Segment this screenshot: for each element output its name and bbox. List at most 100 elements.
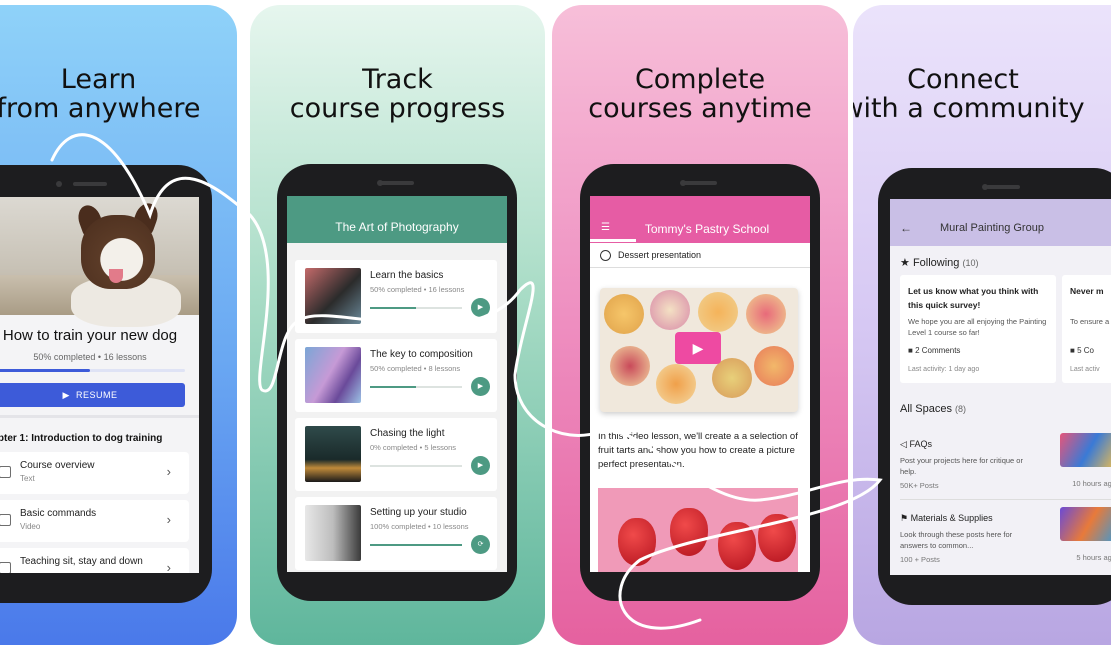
lesson-progress-bar: [370, 544, 462, 546]
lesson-meta: 100% completed • 10 lessons: [370, 522, 469, 531]
post-activity: Last activ: [1070, 366, 1100, 373]
lesson-item[interactable]: Basic commands Video ›: [0, 500, 189, 542]
headline-learn: Learn from anywhere: [0, 65, 237, 123]
video-lesson-icon: [0, 514, 11, 526]
star-icon: ★: [900, 257, 910, 269]
list-menu-icon[interactable]: ☰: [601, 222, 610, 233]
lesson-icon: [0, 562, 11, 573]
lesson-title: Teaching sit, stay and down: [20, 556, 143, 567]
following-heading: ★ Following (10): [900, 256, 978, 269]
lesson-title: Learn the basics: [370, 270, 444, 281]
phone-camera: [680, 180, 686, 186]
lesson-meta: 50% completed • 16 lessons: [370, 285, 465, 294]
post-card[interactable]: Never m To ensure a new pos communit ■ 5…: [1062, 275, 1111, 383]
image-tart: [698, 292, 738, 332]
image-tart: [656, 364, 696, 404]
phone2-screen: The Art of Photography Learn the basics …: [287, 196, 507, 572]
lesson-thumbnail: [305, 347, 361, 403]
progress-fill: [370, 386, 416, 388]
space-title-text: FAQs: [909, 439, 932, 449]
lesson-item[interactable]: Dessert presentation: [590, 243, 810, 268]
lesson-title: The key to composition: [370, 349, 473, 360]
post-comments: ■ 2 Comments: [908, 346, 960, 355]
phone-camera: [982, 184, 988, 190]
space-title: ◁ FAQs: [900, 439, 932, 450]
phone-pastry-course: ☰ Tommy's Pastry School Dessert presenta…: [580, 164, 820, 601]
lesson-progress-bar: [370, 386, 462, 388]
progress-fill: [370, 544, 462, 546]
course-header: ☰ Tommy's Pastry School: [590, 196, 810, 243]
phone-speaker: [73, 182, 107, 186]
post-activity: Last activity: 1 day ago: [908, 366, 980, 373]
lesson-card[interactable]: Setting up your studio 100% completed • …: [295, 497, 497, 570]
lesson-title: Dessert presentation: [618, 250, 702, 260]
comments-count: 2 Comments: [915, 346, 961, 355]
post-body: We hope you are all enjoying the Paintin…: [908, 317, 1047, 337]
play-icon[interactable]: ▶: [675, 332, 721, 364]
phone-community: ← Mural Painting Group ★ Following (10) …: [878, 168, 1111, 605]
course-progress-bar: [0, 369, 185, 372]
space-meta: 100 + Posts: [900, 555, 940, 564]
image-tart: [650, 290, 690, 330]
lesson-card[interactable]: Chasing the light 0% completed • 5 lesso…: [295, 418, 497, 491]
space-item[interactable]: ◁ FAQs Post your projects here for criti…: [900, 433, 1111, 507]
lesson-card[interactable]: Learn the basics 50% completed • 16 less…: [295, 260, 497, 333]
play-button[interactable]: ▶: [471, 298, 490, 317]
lesson-thumbnail: [305, 505, 361, 561]
progress-fill: [370, 307, 416, 309]
post-card[interactable]: Let us know what you think with this qui…: [900, 275, 1056, 383]
lesson-type: Video: [20, 522, 41, 531]
headline-line2: courses anytime: [588, 93, 812, 124]
space-desc: Post your projects here for critique or …: [900, 456, 1023, 476]
phone-dog-course: How to train your new dog 50% completed …: [0, 165, 212, 603]
phone-speaker: [986, 185, 1020, 189]
resume-label: RESUME: [75, 390, 118, 400]
course-meta: 50% completed • 16 lessons: [33, 352, 147, 362]
lesson-item[interactable]: Teaching sit, stay and down ›: [0, 548, 189, 573]
replay-button[interactable]: ⟳: [471, 535, 490, 554]
following-count: (10): [962, 258, 979, 268]
resume-button[interactable]: ▶ RESUME: [0, 383, 185, 407]
headline-line1: Track: [362, 64, 433, 95]
divider: [900, 499, 1111, 500]
image-tart: [746, 294, 786, 334]
headline-line2: course progress: [289, 93, 506, 124]
image-berry: [618, 518, 656, 566]
image-tart: [604, 294, 644, 334]
post-body: To ensure a new pos communit: [1070, 317, 1111, 326]
lesson-item[interactable]: Course overview Text ›: [0, 452, 189, 494]
megaphone-icon: ◁: [900, 439, 907, 449]
lesson-title: Chasing the light: [370, 428, 445, 439]
play-button[interactable]: ▶: [471, 377, 490, 396]
lesson-progress-bar: [370, 307, 462, 309]
following-label: Following: [912, 257, 960, 269]
image-tart: [610, 346, 650, 386]
comments-count: 5 Co: [1077, 346, 1094, 355]
phone3-screen: ☰ Tommy's Pastry School Dessert presenta…: [590, 196, 810, 572]
space-item[interactable]: ⚑ Materials & Supplies Look through thes…: [900, 507, 1111, 575]
lesson-meta: 0% completed • 5 lessons: [370, 443, 457, 452]
all-spaces-heading: All Spaces (8): [900, 403, 966, 415]
headline-line1: Connect: [907, 64, 1019, 95]
course-header: The Art of Photography: [287, 196, 507, 243]
post-title: Never m: [1070, 286, 1104, 296]
lesson-meta: 50% completed • 8 lessons: [370, 364, 461, 373]
text-lesson-icon: [0, 466, 11, 478]
play-button[interactable]: ▶: [471, 456, 490, 475]
group-title: Mural Painting Group: [940, 222, 1044, 234]
space-title: ⚑ Materials & Supplies: [900, 513, 993, 524]
image-dog-tongue: [109, 269, 123, 283]
space-last-post: 5 hours ago: [1076, 553, 1111, 562]
back-arrow-icon[interactable]: ←: [900, 221, 912, 235]
chevron-right-icon: ›: [166, 560, 171, 573]
phone-speaker: [380, 181, 414, 185]
headline-line2: from anywhere: [0, 93, 201, 124]
space-title-text: Materials & Supplies: [910, 513, 993, 523]
lesson-card[interactable]: The key to composition 50% completed • 8…: [295, 339, 497, 412]
chevron-right-icon: ›: [166, 512, 171, 527]
space-thumbnail: [1060, 433, 1111, 467]
headline-line1: Learn: [60, 64, 137, 95]
strawberry-image: [598, 488, 798, 572]
video-player[interactable]: ▶: [600, 288, 798, 412]
phone-speaker: [683, 181, 717, 185]
